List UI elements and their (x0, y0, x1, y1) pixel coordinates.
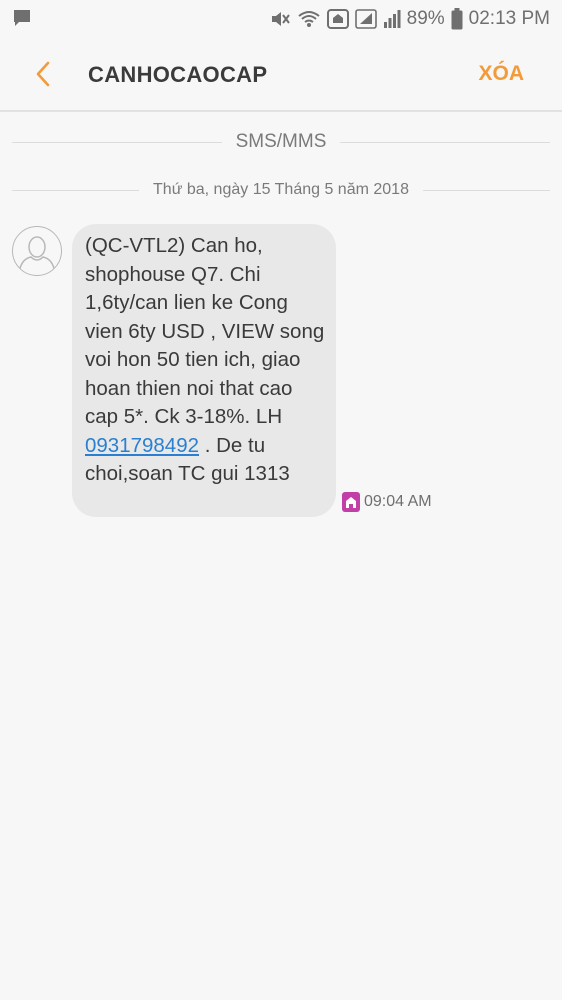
app-bar: CANHOCAOCAP XÓA (0, 38, 562, 110)
divider (0, 110, 562, 112)
sender-avatar[interactable] (12, 226, 62, 276)
home-signal-icon (326, 9, 349, 29)
message-meta: 09:04 AM (342, 492, 432, 512)
signal-bars-icon (383, 10, 401, 28)
separator-line (12, 189, 140, 191)
person-icon (18, 236, 56, 274)
conversation-title: CANHOCAOCAP (88, 62, 268, 87)
separator-line (12, 141, 222, 143)
date-separator: Thứ ba, ngày 15 Tháng 5 năm 2018 (12, 181, 550, 199)
back-arrow-icon[interactable] (30, 60, 58, 88)
mute-icon (271, 12, 290, 26)
separator-line (340, 141, 550, 143)
message-notification-icon (14, 10, 30, 26)
sim-home-icon (342, 492, 360, 512)
battery-percent: 89% (406, 8, 445, 29)
delete-button[interactable]: XÓA (478, 62, 524, 86)
clock: 02:13 PM (468, 8, 550, 29)
channel-separator: SMS/MMS (12, 131, 550, 153)
channel-label: SMS/MMS (235, 131, 327, 152)
battery-icon (451, 8, 463, 30)
date-label: Thứ ba, ngày 15 Tháng 5 năm 2018 (153, 181, 409, 198)
message-text: (QC-VTL2) Can ho, shophouse Q7. Chi 1,6t… (85, 234, 325, 428)
message-time: 09:04 AM (364, 493, 432, 510)
home-icon (346, 497, 356, 508)
phone-number-link[interactable]: 0931798492 (85, 434, 199, 457)
wifi-icon (298, 11, 320, 27)
status-bar: 89% 02:13 PM (0, 0, 562, 38)
separator-line (422, 189, 550, 191)
signal-strength-icon (354, 9, 377, 29)
message-bubble[interactable]: (QC-VTL2) Can ho, shophouse Q7. Chi 1,6t… (72, 224, 336, 517)
